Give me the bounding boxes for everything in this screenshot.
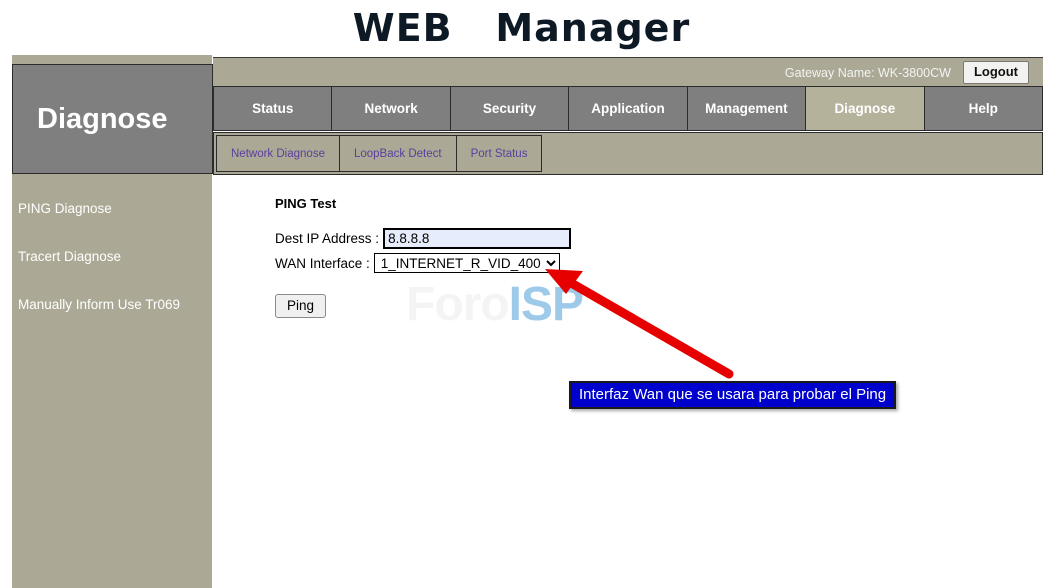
dest-ip-row: Dest IP Address : xyxy=(275,228,572,249)
logout-button[interactable]: Logout xyxy=(962,60,1029,85)
right-panel: Gateway Name: WK-3800CW Logout Status Ne… xyxy=(213,55,1043,588)
nav-tab-status[interactable]: Status xyxy=(214,87,333,130)
page-title-bar: WEB Manager xyxy=(0,0,1043,55)
sidebar-menu: PING Diagnose Tracert Diagnose Manually … xyxy=(12,185,212,329)
nav-tab-diagnose[interactable]: Diagnose xyxy=(806,87,925,130)
sidebar-item-tracert-diagnose[interactable]: Tracert Diagnose xyxy=(12,233,212,281)
subnav-filler xyxy=(542,135,1040,172)
main-navigation: Status Network Security Application Mana… xyxy=(213,86,1043,131)
nav-tab-management[interactable]: Management xyxy=(687,87,807,130)
sidebar-item-ping-diagnose[interactable]: PING Diagnose xyxy=(12,185,212,233)
gateway-name-label: Gateway Name: WK-3800CW xyxy=(784,65,951,80)
wan-interface-row: WAN Interface : 1_INTERNET_R_VID_400 xyxy=(275,253,560,273)
dest-ip-label: Dest IP Address : xyxy=(275,231,380,246)
annotation-callout: Interfaz Wan que se usara para probar el… xyxy=(569,381,897,409)
nav-tab-security[interactable]: Security xyxy=(450,87,570,130)
sidebar-item-manually-inform-tr069[interactable]: Manually Inform Use Tr069 xyxy=(12,281,212,329)
main-frame: Diagnose PING Diagnose Tracert Diagnose … xyxy=(0,55,1043,588)
sub-navigation: Network Diagnose LoopBack Detect Port St… xyxy=(213,132,1043,175)
subnav-tab-loopback-detect[interactable]: LoopBack Detect xyxy=(339,135,457,172)
sidebar-title: Diagnose xyxy=(37,102,168,135)
ping-button[interactable]: Ping xyxy=(275,294,327,318)
subnav-tab-port-status[interactable]: Port Status xyxy=(456,135,543,172)
wan-interface-label: WAN Interface : xyxy=(275,255,370,271)
subnav-tab-network-diagnose[interactable]: Network Diagnose xyxy=(216,135,340,172)
section-title: PING Test xyxy=(275,196,337,211)
page-title: WEB Manager xyxy=(352,5,691,50)
nav-tab-help[interactable]: Help xyxy=(924,87,1042,130)
dest-ip-input[interactable] xyxy=(383,228,572,249)
nav-tab-application[interactable]: Application xyxy=(569,87,688,130)
wan-interface-select[interactable]: 1_INTERNET_R_VID_400 xyxy=(373,253,560,273)
gateway-bar: Gateway Name: WK-3800CW Logout xyxy=(213,57,1043,87)
nav-tab-network[interactable]: Network xyxy=(332,87,451,130)
sidebar-header: Diagnose xyxy=(12,64,213,174)
